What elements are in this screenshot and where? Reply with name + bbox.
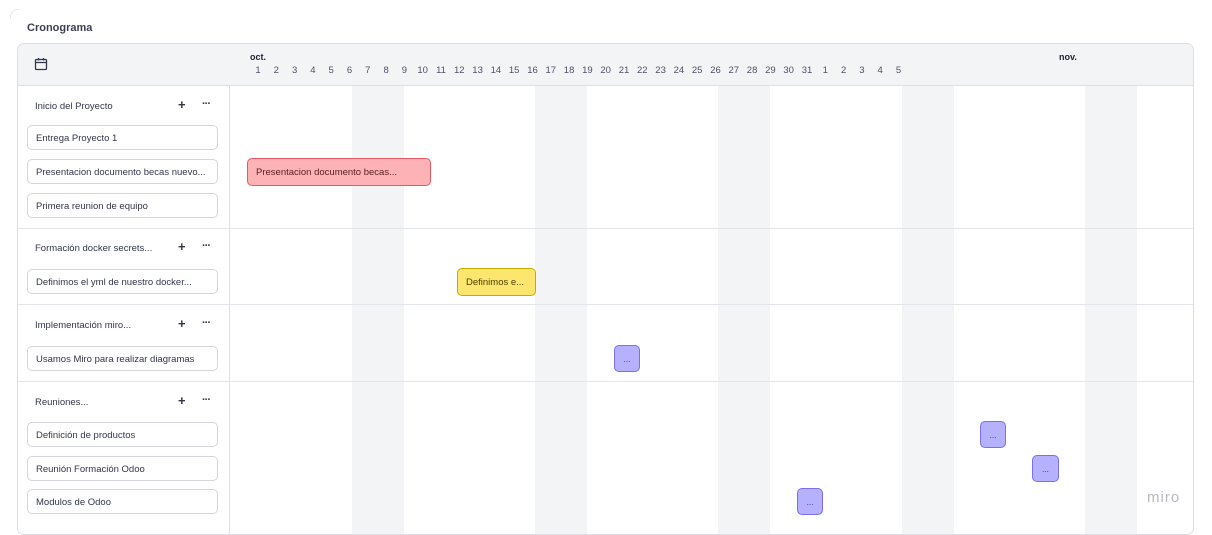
miro-watermark: miro — [1147, 489, 1181, 506]
more-options-button[interactable]: ··· — [202, 395, 211, 406]
day-label: 5 — [328, 65, 334, 76]
timeline-frame: oct. nov. 1 2 3 4 5 6 7 8 9 10 11 12 13 14 15 16 17 18 19 2… — [17, 43, 1194, 535]
task-item[interactable]: Definición de productos — [27, 422, 218, 447]
group-name[interactable]: Reuniones... — [35, 397, 88, 408]
group-divider — [18, 228, 1193, 229]
board-title: Cronograma — [27, 22, 93, 34]
day-label: 9 — [401, 65, 408, 76]
day-label: 18 — [563, 65, 575, 76]
add-task-button[interactable]: + — [178, 317, 186, 330]
group-divider — [18, 304, 1193, 305]
day-label: 6 — [346, 65, 353, 76]
day-label: 19 — [582, 65, 593, 76]
weekend-column — [535, 85, 587, 534]
month-label-oct: oct. — [250, 52, 267, 62]
weekend-column — [1085, 85, 1137, 534]
day-label: 29 — [765, 65, 776, 76]
group-name[interactable]: Implementación miro... — [35, 320, 131, 331]
more-options-button[interactable]: ··· — [202, 241, 211, 252]
day-label: 22 — [637, 65, 648, 76]
weekend-column — [352, 85, 404, 534]
task-item[interactable]: Reunión Formación Odoo — [27, 456, 218, 481]
month-label-nov: nov. — [1059, 52, 1077, 62]
day-label: 25 — [691, 65, 703, 76]
weekend-column — [718, 85, 770, 534]
day-label: 16 — [527, 65, 538, 76]
day-label: 27 — [728, 65, 740, 76]
day-label: 11 — [436, 65, 446, 76]
day-label: 3 — [859, 65, 865, 76]
day-label: 14 — [490, 65, 502, 76]
timeline-bar[interactable]: Presentacion documento becas... — [247, 158, 431, 186]
timeline-bar[interactable]: ... — [980, 421, 1006, 448]
task-item[interactable]: Entrega Proyecto 1 — [27, 125, 218, 150]
group-divider — [18, 381, 1193, 382]
timeline-bar[interactable]: ... — [1032, 455, 1059, 482]
day-label: 7 — [365, 65, 371, 76]
day-label: 15 — [508, 65, 520, 76]
day-label: 2 — [840, 65, 847, 76]
frame-corner — [10, 9, 19, 18]
day-label: 20 — [600, 65, 611, 76]
task-item[interactable]: Usamos Miro para realizar diagramas — [27, 346, 218, 371]
day-label: 24 — [673, 65, 685, 76]
weekend-column — [902, 85, 954, 534]
day-label: 21 — [618, 65, 630, 76]
day-label: 17 — [545, 65, 557, 76]
day-label: 10 — [417, 65, 428, 76]
add-task-button[interactable]: + — [178, 98, 186, 111]
day-label: 30 — [783, 65, 794, 76]
day-label: 1 — [822, 65, 828, 76]
add-task-button[interactable]: + — [178, 240, 186, 253]
timeline-bar[interactable]: ... — [797, 488, 823, 515]
day-label: 26 — [710, 65, 721, 76]
timeline-bar[interactable]: ... — [614, 345, 640, 372]
day-label: 1 — [255, 65, 261, 76]
day-label: 8 — [383, 65, 389, 76]
task-item[interactable]: Modulos de Odoo — [27, 489, 218, 514]
calendar-icon[interactable] — [34, 57, 48, 71]
day-label: 5 — [895, 65, 902, 76]
timeline-header: oct. nov. 1 2 3 4 5 6 7 8 9 10 11 12 13 14 15 16 17 18 19 2… — [18, 44, 1193, 86]
more-options-button[interactable]: ··· — [202, 99, 211, 110]
day-label: 3 — [291, 65, 298, 76]
task-item[interactable]: Presentacion documento becas nuevo... — [27, 159, 218, 184]
task-item[interactable]: Primera reunion de equipo — [27, 193, 218, 218]
day-label: 4 — [877, 65, 883, 76]
day-label: 28 — [746, 65, 758, 76]
group-name[interactable]: Formación docker secrets... — [35, 243, 152, 254]
day-label: 31 — [801, 65, 813, 76]
day-label: 4 — [310, 65, 316, 76]
timeline-bar[interactable]: Definimos e... — [457, 268, 536, 296]
add-task-button[interactable]: + — [178, 394, 186, 407]
day-label: 23 — [655, 65, 666, 76]
more-options-button[interactable]: ··· — [202, 318, 211, 329]
task-item[interactable]: Definimos el yml de nuestro docker... — [27, 269, 218, 294]
group-name[interactable]: Inicio del Proyecto — [35, 101, 113, 112]
day-label: 13 — [472, 65, 483, 76]
day-label: 2 — [273, 65, 279, 76]
day-label: 12 — [454, 65, 465, 76]
